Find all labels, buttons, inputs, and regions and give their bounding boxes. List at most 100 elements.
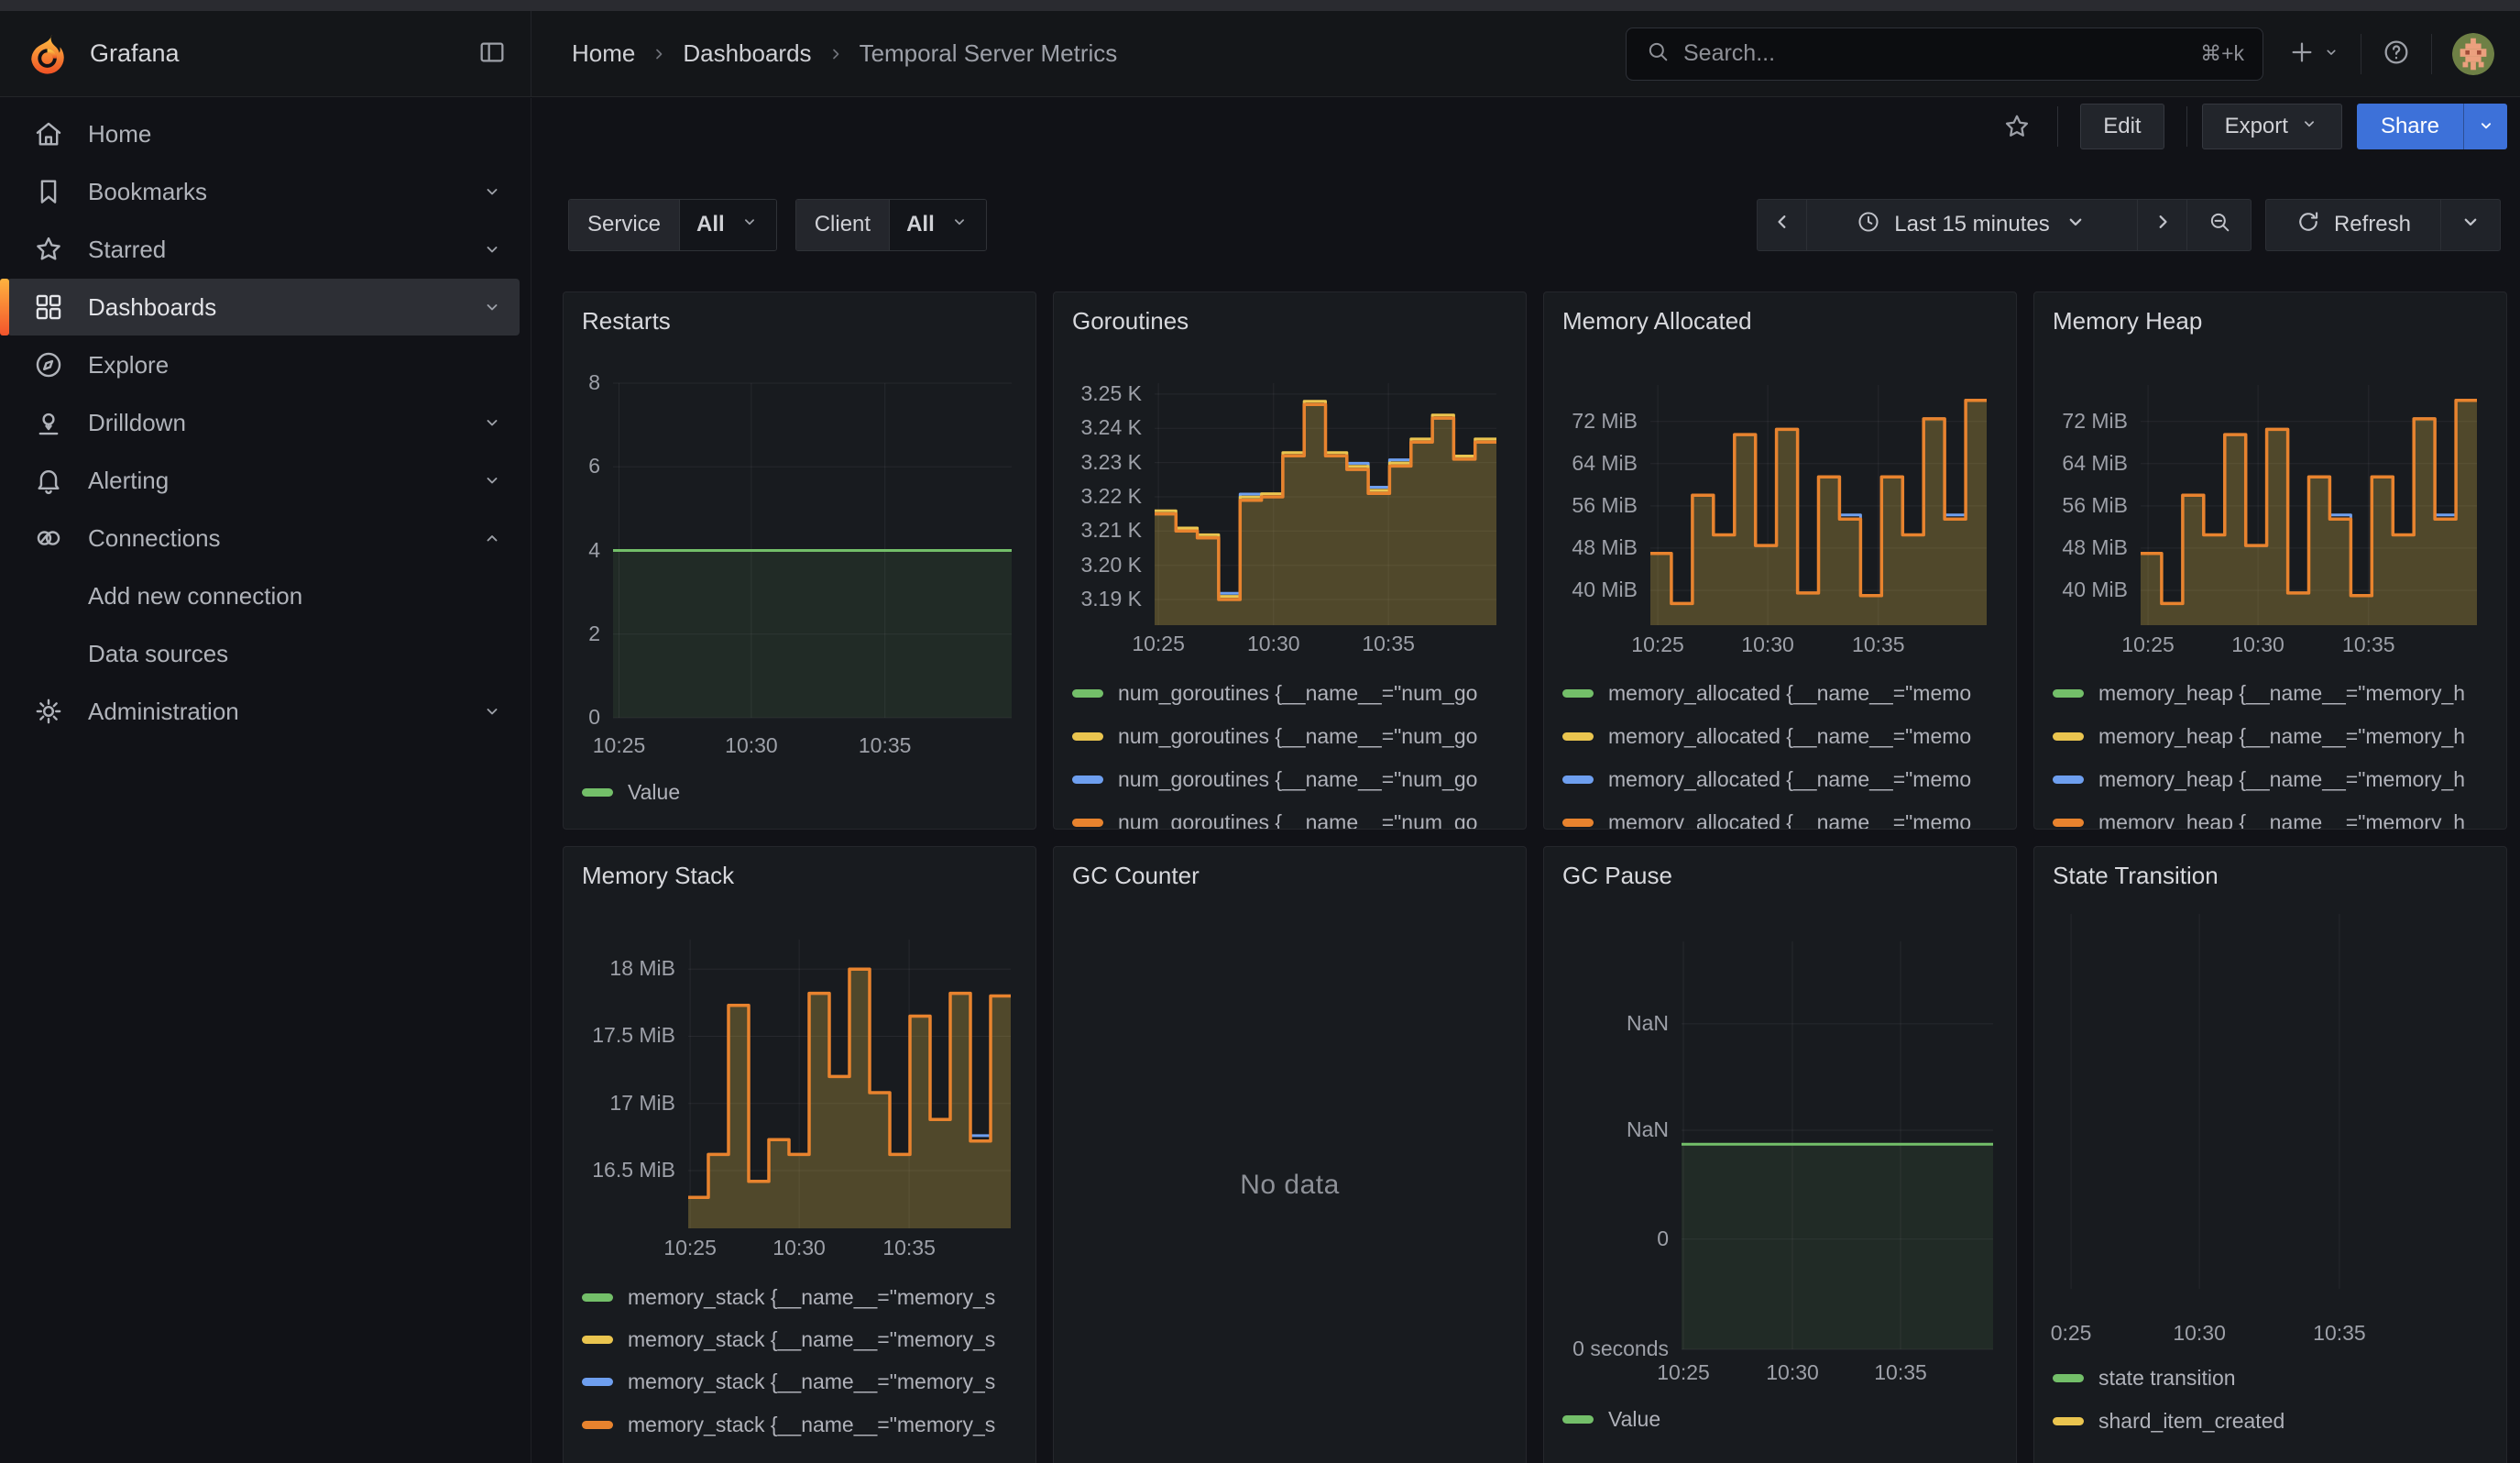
search-shortcut: ⌘+k (2200, 41, 2244, 66)
sidebar-item-label: Explore (88, 351, 503, 380)
legend-item[interactable]: num_goroutines {__name__="num_go (1072, 810, 1477, 830)
legend-item[interactable]: memory_allocated {__name__="memo (1562, 810, 1971, 830)
y-axis-tick-label: 0 (564, 705, 600, 730)
legend-item[interactable]: memory_heap {__name__="memory_h (2053, 681, 2465, 705)
legend-item[interactable]: memory_heap {__name__="memory_h (2053, 767, 2465, 791)
legend-item[interactable]: memory_heap {__name__="memory_h (2053, 724, 2465, 748)
legend-item[interactable]: memory_allocated {__name__="memo (1562, 724, 1971, 748)
legend-label: Value (1608, 1407, 1660, 1432)
panel-state_transition: State Transition0:2510:3010:35state tran… (2033, 846, 2507, 1463)
indent-spacer (33, 580, 64, 611)
sidebar-item-starred[interactable]: Starred (7, 221, 520, 278)
add-new-button[interactable] (2287, 38, 2340, 70)
chart-plot[interactable] (2141, 385, 2477, 625)
header-main-section: Home Dashboards Temporal Server Metrics … (531, 11, 2520, 96)
sidebar-item-connections[interactable]: Connections (7, 510, 520, 566)
legend-item[interactable]: num_goroutines {__name__="num_go (1072, 767, 1477, 791)
y-axis-tick-label: 0 seconds (1544, 1336, 1669, 1361)
search-input[interactable] (1683, 40, 2187, 67)
y-axis-tick-label: 64 MiB (2034, 451, 2128, 476)
legend-color-dash (1072, 689, 1103, 698)
legend-label: num_goroutines {__name__="num_go (1118, 724, 1477, 749)
sidebar-item-drilldown[interactable]: Drilldown (7, 394, 520, 451)
sidebar-item-label: Bookmarks (88, 178, 481, 206)
legend-item[interactable]: memory_stack {__name__="memory_s (582, 1327, 995, 1351)
chevron-up-icon[interactable] (481, 527, 503, 549)
sidebar-item-label: Add new connection (88, 582, 503, 610)
legend-label: memory_allocated {__name__="memo (1608, 767, 1971, 792)
y-axis-tick-label: 3.21 K (1054, 518, 1142, 543)
legend-item[interactable]: memory_stack {__name__="memory_s (582, 1413, 995, 1436)
legend-color-dash (582, 1421, 613, 1429)
sidebar-item-alerting[interactable]: Alerting (7, 452, 520, 509)
legend-item[interactable]: memory_stack {__name__="memory_s (582, 1285, 995, 1309)
legend-item[interactable]: num_goroutines {__name__="num_go (1072, 681, 1477, 705)
search-box[interactable]: ⌘+k (1626, 28, 2263, 81)
legend-item[interactable]: memory_allocated {__name__="memo (1562, 767, 1971, 791)
panel-mem_stack: Memory Stack18 MiB17.5 MiB17 MiB16.5 MiB… (563, 846, 1036, 1463)
sidebar-item-explore[interactable]: Explore (7, 336, 520, 393)
x-axis-tick-label: 10:35 (845, 1236, 973, 1260)
star-icon (33, 234, 64, 265)
legend-color-dash (1072, 776, 1103, 784)
x-axis-tick-label: 10:30 (2135, 1321, 2263, 1346)
chart-plot[interactable] (1650, 385, 1987, 625)
legend-item[interactable]: shard_item_created (2053, 1409, 2284, 1433)
legend-item[interactable]: memory_allocated {__name__="memo (1562, 681, 1971, 705)
sidebar-item-administration[interactable]: Administration (7, 683, 520, 740)
x-axis-tick-label: 10:35 (1814, 632, 1943, 657)
chart-plot[interactable] (1682, 941, 1993, 1349)
y-axis-tick-label: 56 MiB (1544, 493, 1638, 518)
breadcrumb-dashboards[interactable]: Dashboards (683, 39, 811, 68)
sidebar-item-add-new-connection[interactable]: Add new connection (7, 567, 520, 624)
x-axis-tick-label: 10:30 (1704, 632, 1832, 657)
user-avatar[interactable] (2452, 33, 2494, 75)
legend-item[interactable]: Value (582, 780, 680, 804)
chart-plot[interactable] (2045, 914, 2497, 1289)
y-axis-tick-label: 3.25 K (1054, 381, 1142, 406)
chart-plot[interactable] (688, 940, 1011, 1228)
panel-mem_allocated: Memory Allocated72 MiB64 MiB56 MiB48 MiB… (1543, 292, 2017, 830)
x-axis-tick-label: 10:30 (687, 733, 816, 758)
chevron-down-icon[interactable] (481, 238, 503, 260)
legend-label: memory_stack {__name__="memory_s (628, 1370, 995, 1394)
chevron-down-icon[interactable] (481, 296, 503, 318)
panel-title[interactable]: GC Counter (1072, 862, 1200, 890)
compass-icon (33, 349, 64, 380)
legend-item[interactable]: num_goroutines {__name__="num_go (1072, 724, 1477, 748)
legend-item[interactable]: memory_stack {__name__="memory_s (582, 1370, 995, 1393)
legend-color-dash (2053, 776, 2084, 784)
sidebar-item-dashboards[interactable]: Dashboards (7, 279, 520, 336)
chart-plot[interactable] (613, 383, 1012, 718)
sidebar-item-data-sources[interactable]: Data sources (7, 625, 520, 682)
y-axis-tick-label: 64 MiB (1544, 451, 1638, 476)
chevron-down-icon[interactable] (481, 700, 503, 722)
legend-label: shard_item_created (2098, 1409, 2284, 1434)
x-axis-tick-label: 10:25 (1094, 632, 1222, 656)
legend-item[interactable]: state transition (2053, 1366, 2236, 1390)
help-button[interactable] (2382, 38, 2411, 70)
sidebar-item-bookmarks[interactable]: Bookmarks (7, 163, 520, 220)
panel-mem_heap: Memory Heap72 MiB64 MiB56 MiB48 MiB40 Mi… (2033, 292, 2507, 830)
legend-item[interactable]: memory_heap {__name__="memory_h (2053, 810, 2465, 830)
sidebar-item-home[interactable]: Home (7, 105, 520, 162)
y-axis-tick-label: 40 MiB (2034, 578, 2128, 602)
sidebar-toggle-button[interactable] (477, 38, 507, 70)
breadcrumb: Home Dashboards Temporal Server Metrics (572, 39, 1117, 68)
legend-label: memory_stack {__name__="memory_s (628, 1413, 995, 1437)
y-axis-tick-label: 56 MiB (2034, 493, 2128, 518)
y-axis-tick-label: 3.23 K (1054, 450, 1142, 475)
x-axis-tick-label: 10:35 (821, 733, 949, 758)
chevron-down-icon[interactable] (481, 469, 503, 491)
y-axis-tick-label: 3.24 K (1054, 415, 1142, 440)
chevron-down-icon[interactable] (481, 181, 503, 203)
legend-item[interactable]: Value (1562, 1407, 1660, 1431)
chevron-down-icon[interactable] (481, 412, 503, 434)
no-data-message: No data (1054, 1170, 1526, 1201)
y-axis-tick-label: NaN (1544, 1117, 1669, 1142)
bell-icon (33, 465, 64, 496)
chart-plot[interactable] (1155, 383, 1496, 625)
x-axis-tick-label: 10:35 (1324, 632, 1452, 656)
grafana-logo[interactable] (26, 33, 68, 75)
breadcrumb-home[interactable]: Home (572, 39, 635, 68)
